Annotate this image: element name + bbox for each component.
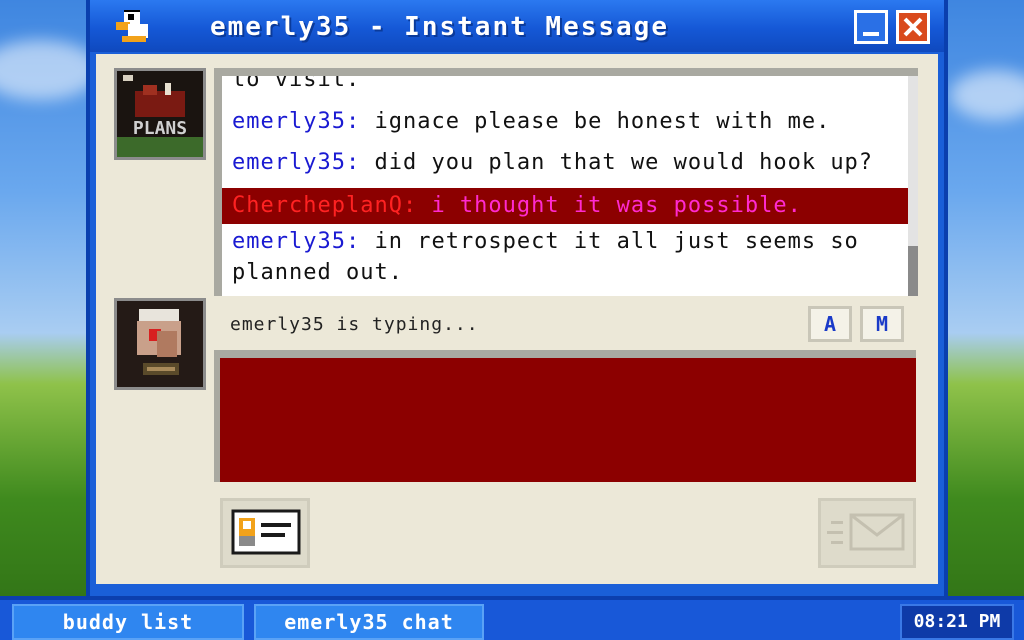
duck-icon xyxy=(116,10,148,42)
message-row: emerly35: did you plan that we would hoo… xyxy=(222,147,906,178)
typing-status-bar: emerly35 is typing... A M xyxy=(214,304,918,344)
message-text: ignace please be honest with me. xyxy=(374,109,831,134)
avatar-caption: PLANS xyxy=(133,118,187,139)
style-button[interactable]: M xyxy=(860,306,904,342)
message-text: did you plan that we would hook up? xyxy=(374,150,874,175)
message-text: i thought it was possible. xyxy=(431,193,802,218)
partner-avatar[interactable]: PLANS xyxy=(114,68,206,160)
message-sender: emerly35: xyxy=(232,229,361,254)
message-text: planned out. xyxy=(232,260,403,285)
profile-button[interactable] xyxy=(220,498,310,568)
message-row-partner: ChercheplanQ: i thought it was possible. xyxy=(222,188,912,224)
close-button[interactable] xyxy=(896,10,930,44)
message-row: planned out. xyxy=(222,257,906,288)
message-sender: emerly35: xyxy=(232,150,361,175)
window-client-area: PLANS to visit. emerly35: ignace please … xyxy=(96,54,938,584)
scrollbar-thumb[interactable] xyxy=(908,246,918,296)
title-bar[interactable]: emerly35 - Instant Message xyxy=(90,0,944,52)
log-scrollbar[interactable] xyxy=(908,76,918,296)
typing-status: emerly35 is typing... xyxy=(230,314,479,335)
background-cloud xyxy=(950,70,1024,120)
taskbar-buddy-list[interactable]: buddy list xyxy=(12,604,244,640)
user-avatar[interactable] xyxy=(114,298,206,390)
close-icon xyxy=(903,17,923,37)
minimize-button[interactable] xyxy=(854,10,888,44)
message-sender: ChercheplanQ: xyxy=(232,193,418,218)
plans-avatar-image: PLANS xyxy=(117,71,203,157)
window-title: emerly35 - Instant Message xyxy=(210,12,669,42)
im-window: emerly35 - Instant Message PLANS to visi… xyxy=(86,0,948,596)
message-sender: emerly35: xyxy=(232,109,361,134)
envelope-send-icon xyxy=(827,513,905,551)
id-card-icon xyxy=(231,509,301,555)
taskbar-chat[interactable]: emerly35 chat xyxy=(254,604,484,640)
message-log[interactable]: to visit. emerly35: ignace please be hon… xyxy=(214,68,918,296)
message-input[interactable] xyxy=(214,350,916,482)
taskbar: buddy list emerly35 chat 08:21 PM xyxy=(0,596,1024,640)
taskbar-clock: 08:21 PM xyxy=(900,604,1014,640)
background-cloud xyxy=(0,40,100,100)
message-row: emerly35: in retrospect it all just seem… xyxy=(222,226,906,257)
message-text: in retrospect it all just seems so xyxy=(374,229,859,254)
message-row: to visit. xyxy=(222,68,906,95)
message-row: emerly35: ignace please be honest with m… xyxy=(222,106,906,137)
message-text: to visit. xyxy=(232,68,361,92)
font-button[interactable]: A xyxy=(808,306,852,342)
send-button[interactable] xyxy=(818,498,916,568)
user-avatar-image xyxy=(117,301,203,387)
